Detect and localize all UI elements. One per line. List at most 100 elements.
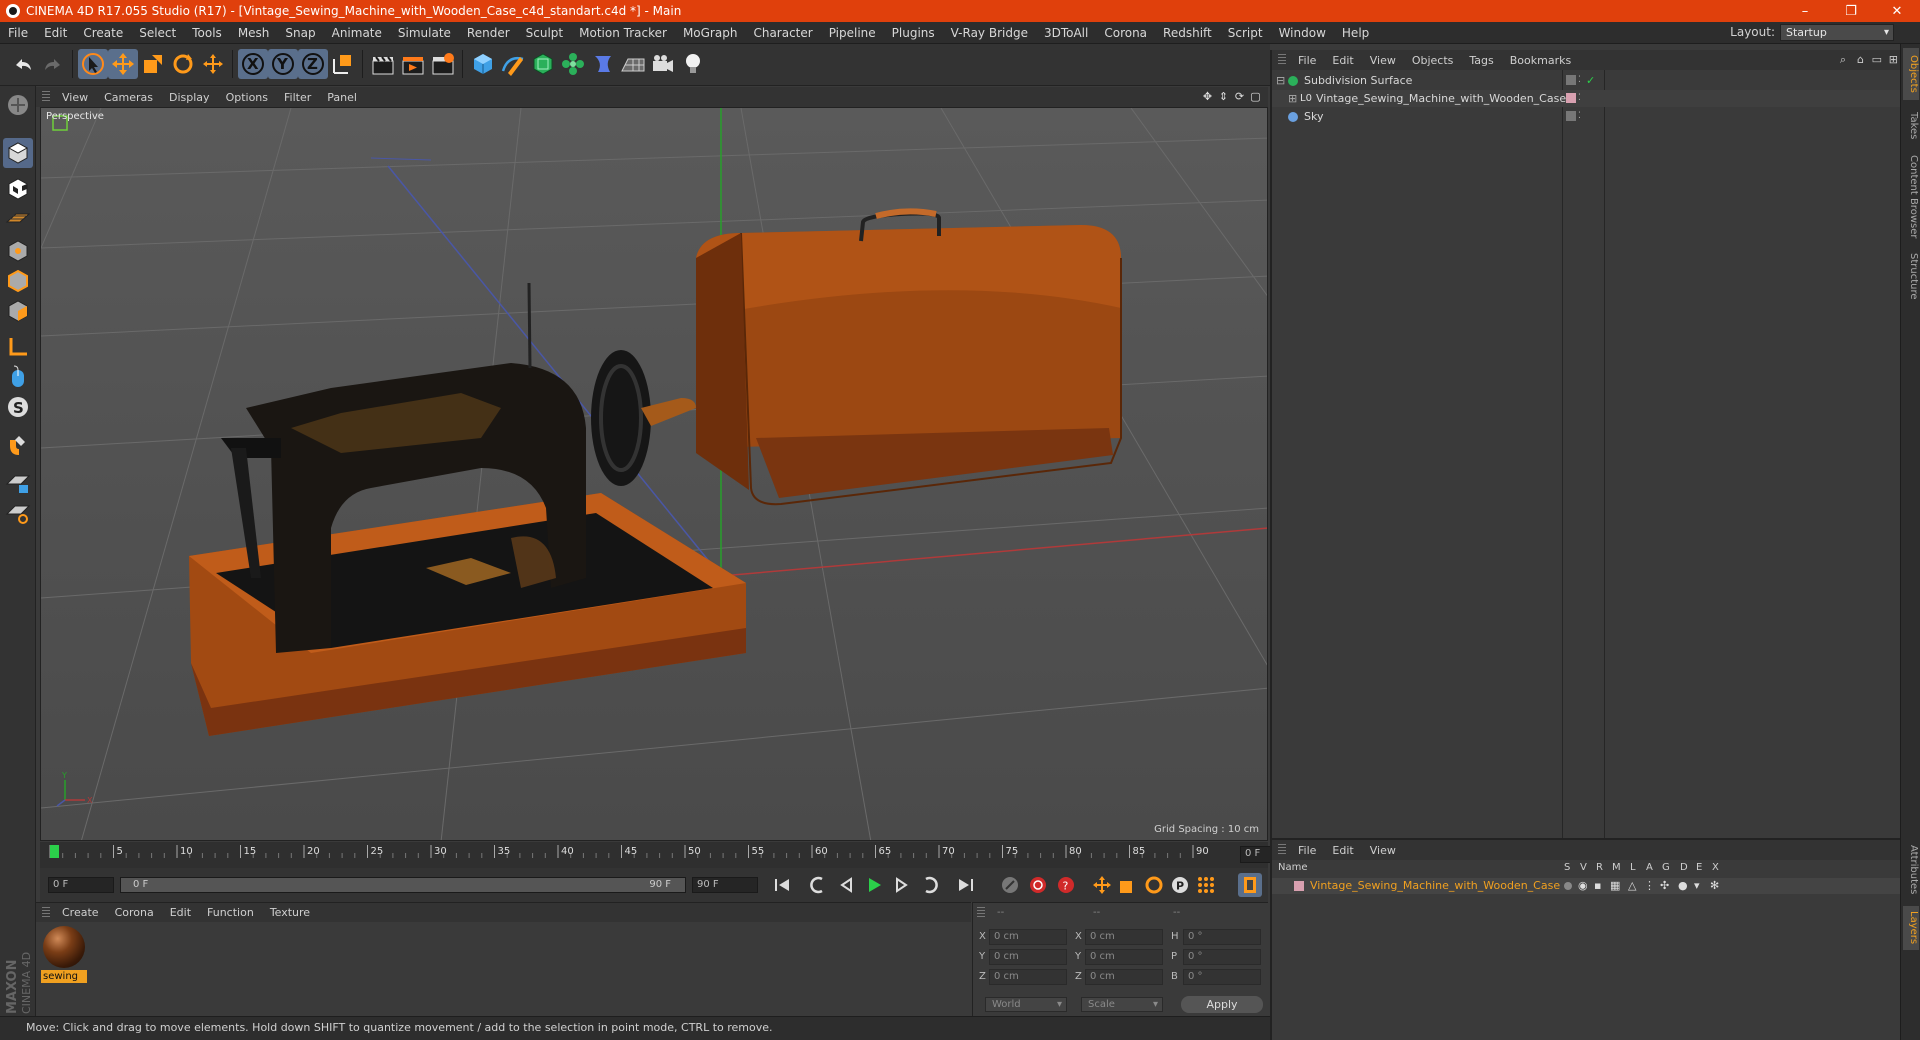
- add-light-button[interactable]: [678, 49, 708, 79]
- add-scene-button[interactable]: [618, 49, 648, 79]
- panel-grip[interactable]: [1278, 54, 1286, 66]
- orbit-view-icon[interactable]: ⟳: [1233, 90, 1246, 103]
- menu-simulate[interactable]: Simulate: [390, 26, 459, 40]
- search-icon[interactable]: ⌕: [1840, 53, 1846, 67]
- restore-button[interactable]: ❐: [1828, 0, 1874, 22]
- layout-dropdown[interactable]: Startup: [1780, 24, 1894, 41]
- edges-mode-button[interactable]: [3, 266, 33, 296]
- layer-color-swatch[interactable]: [1294, 881, 1304, 891]
- move-tool[interactable]: [108, 49, 138, 79]
- objects-menu-bookmarks[interactable]: Bookmarks: [1502, 54, 1579, 67]
- objects-menu-edit[interactable]: Edit: [1324, 54, 1361, 67]
- snap-button[interactable]: S: [3, 392, 33, 422]
- menu-tools[interactable]: Tools: [184, 26, 230, 40]
- layers-menu-edit[interactable]: Edit: [1324, 844, 1361, 857]
- next-frame-button[interactable]: [890, 873, 914, 897]
- column-manager[interactable]: M: [1612, 862, 1621, 873]
- previous-key-button[interactable]: [806, 873, 830, 897]
- redo-button[interactable]: [38, 49, 68, 79]
- rot-h-field[interactable]: 0 °: [1183, 929, 1261, 945]
- menu-create[interactable]: Create: [75, 26, 131, 40]
- layer-color-swatch[interactable]: [1566, 75, 1576, 85]
- objects-menu-objects[interactable]: Objects: [1404, 54, 1462, 67]
- layer-row-vintage-sewing-machine[interactable]: Vintage_Sewing_Machine_with_Wooden_Case …: [1272, 878, 1902, 894]
- material-menu-texture[interactable]: Texture: [262, 906, 318, 919]
- perspective-viewport[interactable]: Y X Perspective Grid Spacing : 10 cm: [40, 107, 1268, 841]
- material-preview-sphere[interactable]: [43, 926, 85, 968]
- add-mograph-button[interactable]: [558, 49, 588, 79]
- home-icon[interactable]: ⌂: [1857, 53, 1864, 66]
- viewport-menu-panel[interactable]: Panel: [319, 91, 365, 104]
- texture-mode-button[interactable]: [3, 174, 33, 204]
- layer-name[interactable]: Vintage_Sewing_Machine_with_Wooden_Case: [1310, 878, 1560, 894]
- menu-script[interactable]: Script: [1220, 26, 1271, 40]
- menu-edit[interactable]: Edit: [36, 26, 75, 40]
- viewport-menu-display[interactable]: Display: [161, 91, 218, 104]
- points-mode-button[interactable]: [3, 236, 33, 266]
- viewport-menu-options[interactable]: Options: [218, 91, 276, 104]
- render-view-button[interactable]: [368, 49, 398, 79]
- tab-structure[interactable]: Structure: [1903, 248, 1919, 304]
- material-menu-corona[interactable]: Corona: [107, 906, 162, 919]
- object-row-sky[interactable]: Sky ⁚: [1272, 108, 1902, 125]
- generator-toggle-icon[interactable]: ✣: [1660, 878, 1669, 894]
- layers-menu-file[interactable]: File: [1290, 844, 1324, 857]
- panel-grip[interactable]: [42, 91, 50, 103]
- key-parameter-button[interactable]: P: [1168, 873, 1192, 897]
- render-toggle-icon[interactable]: ▪: [1594, 878, 1601, 894]
- size-mode-dropdown[interactable]: Scale: [1081, 997, 1163, 1012]
- menu-animate[interactable]: Animate: [324, 26, 390, 40]
- menu-sculpt[interactable]: Sculpt: [518, 26, 571, 40]
- panel-grip[interactable]: [42, 906, 50, 919]
- panel-grip[interactable]: [977, 907, 985, 919]
- model-mode-button[interactable]: [3, 138, 33, 168]
- add-cube-button[interactable]: [468, 49, 498, 79]
- column-animation[interactable]: A: [1646, 862, 1653, 873]
- coordinate-mode-dropdown[interactable]: World: [985, 997, 1067, 1012]
- play-button[interactable]: [862, 873, 886, 897]
- menu-pipeline[interactable]: Pipeline: [821, 26, 884, 40]
- new-view-icon[interactable]: ▭: [1872, 53, 1882, 66]
- animation-toggle-icon[interactable]: ⋮: [1644, 878, 1655, 894]
- timeline-playhead[interactable]: [50, 845, 59, 858]
- lock-workplane-button[interactable]: [3, 468, 33, 498]
- column-expressions[interactable]: E: [1696, 862, 1702, 873]
- menu-plugins[interactable]: Plugins: [884, 26, 943, 40]
- size-z-field[interactable]: 0 cm: [1085, 969, 1163, 985]
- go-to-start-button[interactable]: [770, 873, 794, 897]
- transform-tool[interactable]: [198, 49, 228, 79]
- expression-toggle-icon[interactable]: ▾: [1694, 878, 1700, 894]
- column-deformers[interactable]: D: [1680, 862, 1688, 873]
- enabled-check-icon[interactable]: ✓: [1586, 72, 1595, 89]
- timeline-ruler[interactable]: 051015202530354045505560657075808590 0 F: [40, 842, 1302, 868]
- key-scale-button[interactable]: [1116, 873, 1140, 897]
- key-rotation-button[interactable]: [1142, 873, 1166, 897]
- menu-vray-bridge[interactable]: V-Ray Bridge: [943, 26, 1036, 40]
- menu-corona[interactable]: Corona: [1096, 26, 1155, 40]
- objects-menu-file[interactable]: File: [1290, 54, 1324, 67]
- tab-objects[interactable]: Objects: [1903, 48, 1919, 100]
- size-x-field[interactable]: 0 cm: [1085, 929, 1163, 945]
- close-button[interactable]: ✕: [1874, 0, 1920, 22]
- frame-range-slider[interactable]: 0 F 90 F: [120, 877, 686, 893]
- column-name[interactable]: Name: [1278, 862, 1308, 873]
- layers-menu-view[interactable]: View: [1362, 844, 1404, 857]
- material-menu-edit[interactable]: Edit: [162, 906, 199, 919]
- column-xref[interactable]: X: [1712, 862, 1719, 873]
- workplane-grid-button[interactable]: [3, 498, 33, 528]
- x-axis-lock[interactable]: X: [238, 49, 268, 79]
- camera-name-label[interactable]: Perspective: [46, 111, 104, 122]
- previous-frame-button[interactable]: [834, 873, 858, 897]
- key-position-button[interactable]: [1090, 873, 1114, 897]
- panel-grip[interactable]: [1278, 844, 1286, 856]
- keyframe-selection-button[interactable]: ?: [1054, 873, 1078, 897]
- make-editable-button[interactable]: [3, 90, 33, 120]
- column-solo[interactable]: S: [1564, 862, 1570, 873]
- record-keys-button[interactable]: [998, 873, 1022, 897]
- tab-takes[interactable]: Takes: [1903, 106, 1919, 146]
- render-to-picture-viewer-button[interactable]: [398, 49, 428, 79]
- minimize-button[interactable]: –: [1782, 0, 1828, 22]
- material-menu-create[interactable]: Create: [54, 906, 107, 919]
- menu-character[interactable]: Character: [745, 26, 820, 40]
- undo-button[interactable]: [8, 49, 38, 79]
